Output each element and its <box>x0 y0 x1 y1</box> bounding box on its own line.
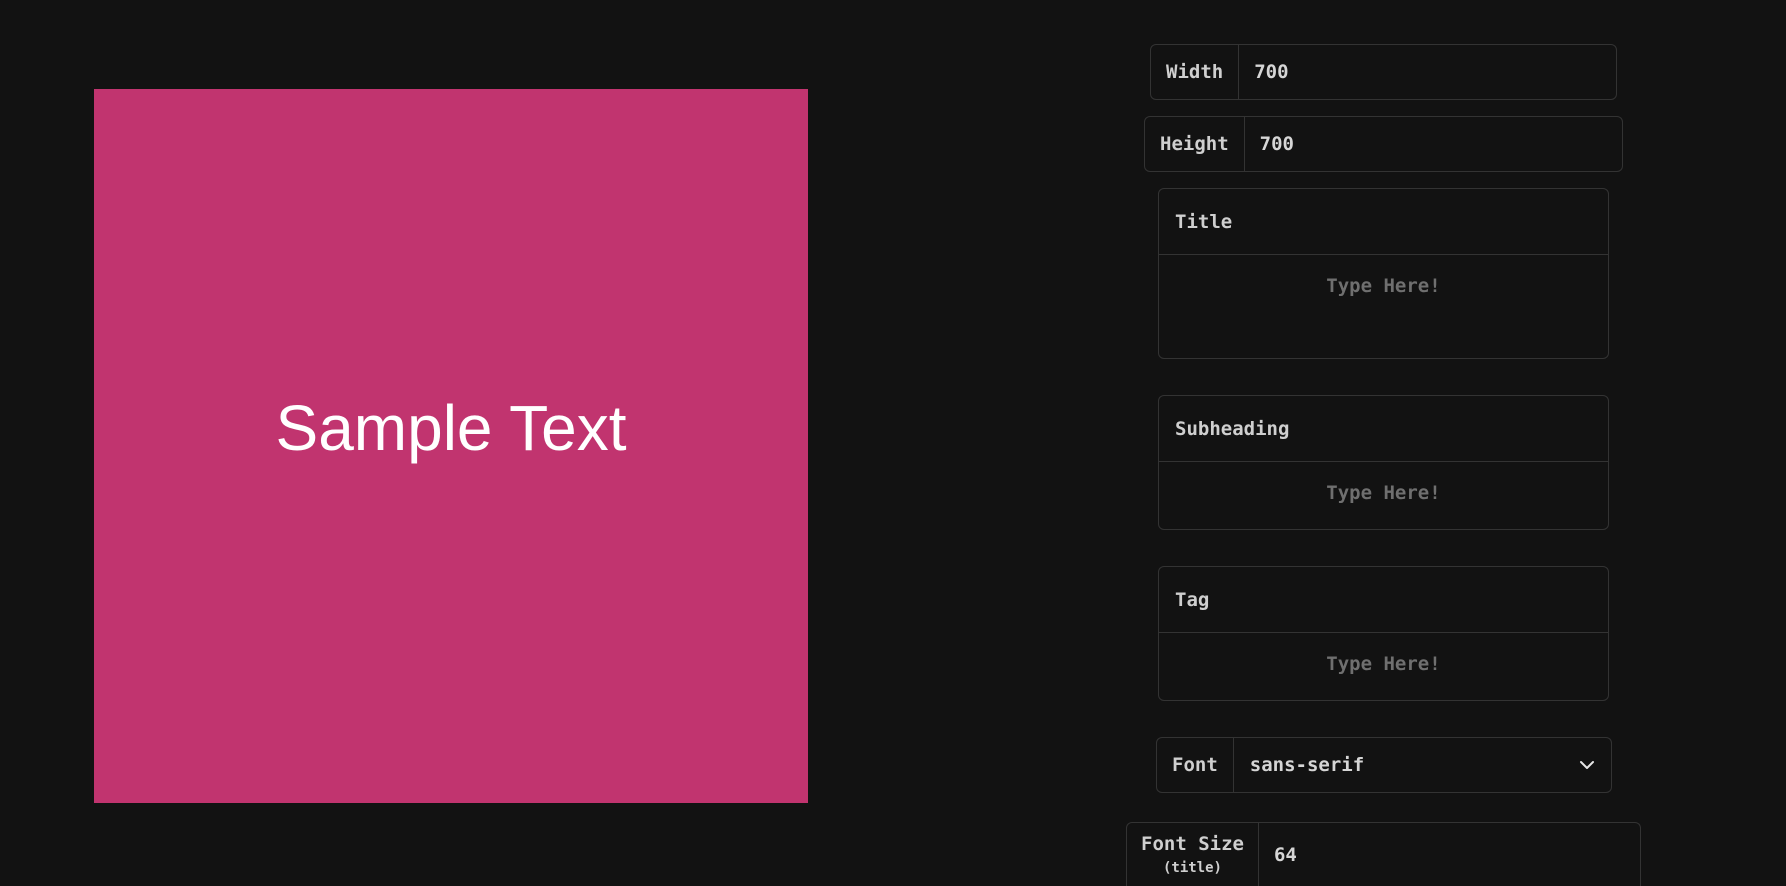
preview-canvas: Sample Text <box>94 89 808 803</box>
height-label: Height <box>1145 117 1245 171</box>
width-control: Width <box>1150 44 1617 100</box>
font-size-title-label-wrap: Font Size (title) <box>1127 823 1259 886</box>
height-control: Height <box>1144 116 1623 172</box>
width-label: Width <box>1151 45 1240 99</box>
font-size-title-input[interactable] <box>1258 823 1640 886</box>
subheading-label: Subheading <box>1159 396 1608 462</box>
font-size-label: Font Size <box>1141 832 1244 855</box>
font-label: Font <box>1157 738 1234 792</box>
title-textarea[interactable] <box>1159 255 1608 358</box>
preview-title-text: Sample Text <box>275 392 627 464</box>
font-size-sub-label: (title) <box>1162 859 1222 876</box>
app-root: Sample Text Width Height Title Subheadin… <box>0 0 1786 886</box>
subheading-field: Subheading <box>1158 395 1609 530</box>
tag-field: Tag <box>1158 566 1609 701</box>
title-field: Title <box>1158 188 1609 359</box>
font-control: Font sans-serif <box>1156 737 1612 793</box>
font-select-value: sans-serif <box>1249 754 1365 776</box>
font-size-title-control: Font Size (title) <box>1126 822 1641 886</box>
height-input[interactable] <box>1244 117 1622 171</box>
subheading-textarea[interactable] <box>1159 462 1608 529</box>
width-input[interactable] <box>1239 45 1616 99</box>
tag-label: Tag <box>1159 567 1608 633</box>
tag-textarea[interactable] <box>1159 633 1608 700</box>
title-label: Title <box>1159 189 1608 255</box>
chevron-down-icon <box>1579 757 1595 773</box>
font-select[interactable]: sans-serif <box>1234 738 1611 792</box>
